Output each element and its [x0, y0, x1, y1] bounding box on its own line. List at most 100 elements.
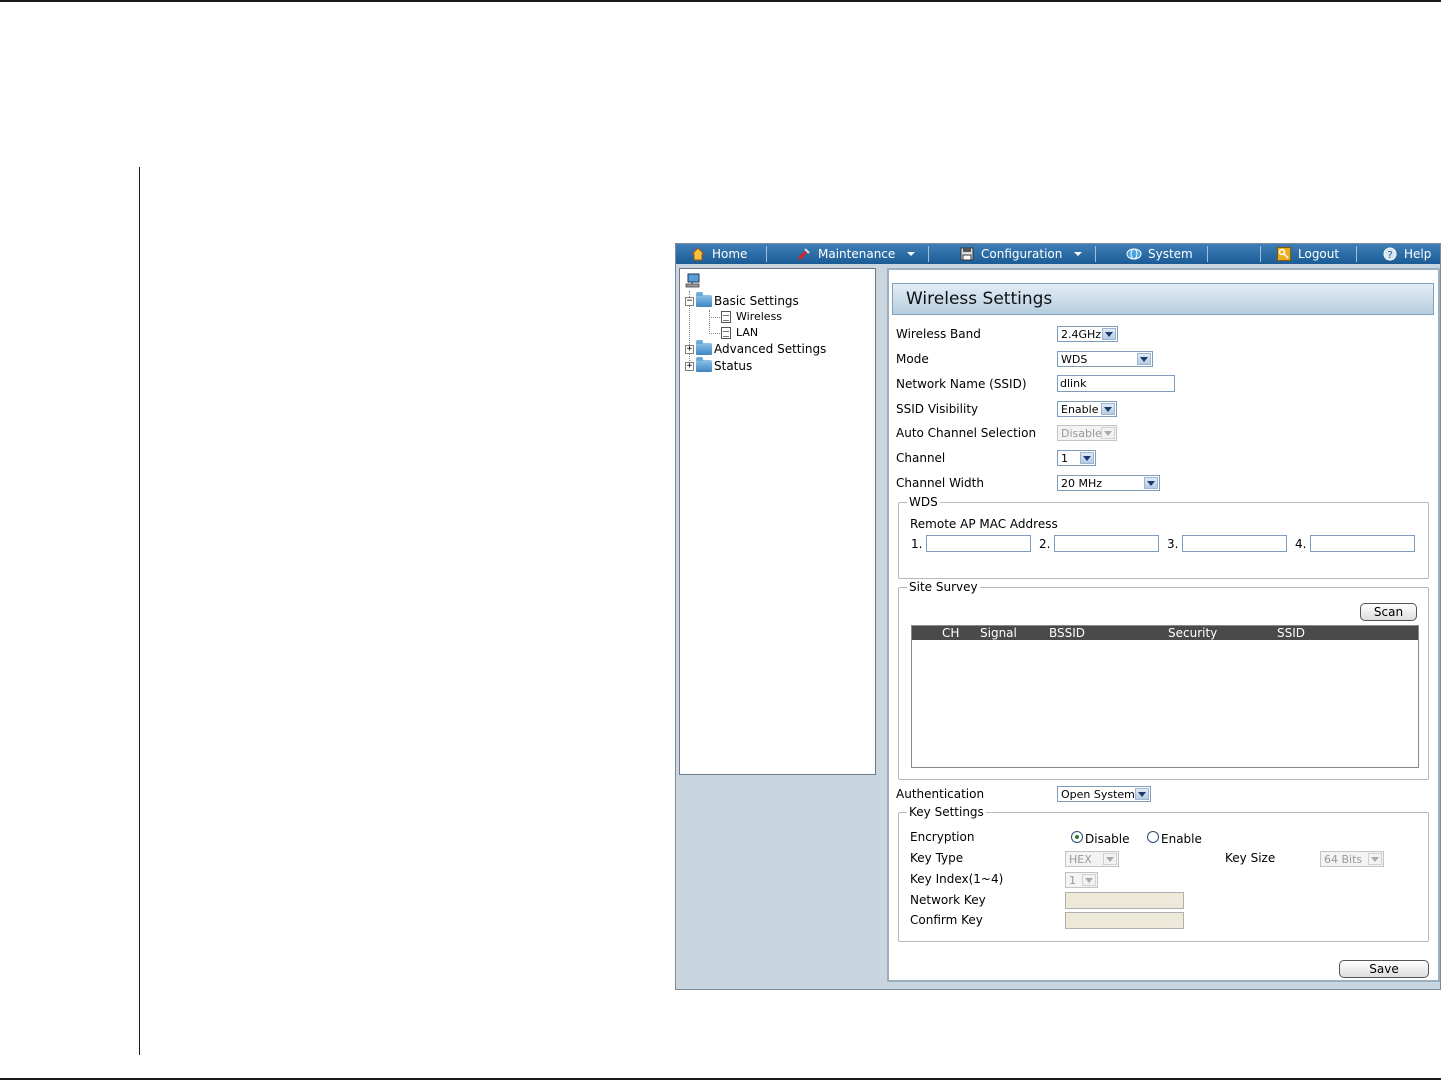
document-icon	[721, 310, 731, 323]
mac-slot-number: 1.	[911, 537, 923, 551]
key-settings-group: Key Settings Encryption Disable Enable K…	[898, 805, 1429, 942]
tree-item-advanced-settings[interactable]: + Advanced Settings	[685, 340, 827, 356]
menu-separator	[1356, 246, 1357, 262]
channel-width-select[interactable]: 20 MHz	[1057, 475, 1160, 491]
wireless-settings-panel: Wireless Settings Wireless Band 2.4GHz M…	[887, 268, 1440, 982]
menu-logout-label: Logout	[1298, 247, 1340, 261]
encryption-label: Encryption	[910, 830, 975, 844]
mac-address-input-4[interactable]	[1310, 535, 1415, 552]
chevron-down-icon	[1137, 353, 1151, 365]
channel-value: 1	[1061, 451, 1068, 465]
channel-label: Channel	[896, 451, 946, 465]
site-survey-table-header: CH Signal BSSID Security SSID	[912, 626, 1418, 640]
menu-separator	[928, 246, 929, 262]
column-header-signal[interactable]: Signal	[980, 626, 1017, 640]
encryption-enable-label[interactable]: Enable	[1161, 832, 1202, 846]
chevron-down-icon	[1080, 452, 1094, 464]
confirm-key-input	[1065, 912, 1184, 929]
tree-item-label: Basic Settings	[714, 294, 799, 308]
tools-icon	[796, 246, 812, 262]
authentication-select[interactable]: Open System	[1057, 786, 1151, 802]
menu-help[interactable]: ? Help	[1374, 244, 1439, 264]
expand-icon[interactable]: +	[685, 361, 694, 371]
column-header-bssid[interactable]: BSSID	[1049, 626, 1085, 640]
tree-connector	[709, 317, 720, 318]
mode-label: Mode	[896, 352, 929, 366]
encryption-disable-radio[interactable]	[1071, 831, 1083, 843]
mac-address-input-2[interactable]	[1054, 535, 1159, 552]
chevron-down-icon	[1135, 788, 1149, 800]
key-type-value: HEX	[1069, 852, 1092, 866]
save-button[interactable]: Save	[1339, 960, 1429, 978]
key-settings-legend: Key Settings	[907, 805, 986, 819]
document-icon	[721, 326, 731, 339]
floppy-disk-icon	[959, 246, 975, 262]
channel-select[interactable]: 1	[1057, 450, 1096, 466]
mac-address-input-3[interactable]	[1182, 535, 1287, 552]
ssid-visibility-label: SSID Visibility	[896, 402, 979, 416]
menu-configuration[interactable]: Configuration	[951, 244, 1090, 264]
authentication-label: Authentication	[896, 787, 985, 801]
encryption-enable-radio[interactable]	[1147, 831, 1159, 843]
auto-channel-value: Disable	[1061, 426, 1102, 440]
key-type-select: HEX	[1065, 851, 1119, 867]
menu-maintenance-label: Maintenance	[818, 247, 896, 261]
page-title: Wireless Settings	[892, 283, 1434, 315]
key-size-label: Key Size	[1225, 851, 1276, 865]
chevron-down-icon	[1082, 874, 1096, 886]
column-header-security[interactable]: Security	[1168, 626, 1217, 640]
menu-logout[interactable]: Logout	[1268, 244, 1347, 264]
page-margin-line	[139, 167, 140, 1055]
key-index-label: Key Index(1~4)	[910, 872, 1004, 886]
chevron-down-icon	[1103, 853, 1117, 865]
menu-separator	[1207, 246, 1208, 262]
menu-maintenance[interactable]: Maintenance	[788, 244, 923, 264]
expand-icon[interactable]: +	[685, 344, 694, 354]
tree-connector	[709, 310, 710, 334]
menu-help-label: Help	[1404, 247, 1432, 261]
key-index-select: 1	[1065, 872, 1098, 888]
key-icon	[1276, 246, 1292, 262]
navigation-tree: − Basic Settings Wireless LAN + Advanced…	[679, 268, 876, 775]
tree-item-status[interactable]: + Status	[685, 357, 752, 373]
menu-system[interactable]: System	[1118, 244, 1201, 264]
folder-icon	[696, 292, 712, 307]
menu-system-label: System	[1148, 247, 1193, 261]
menu-home[interactable]: Home	[682, 244, 755, 264]
page-bottom-rule	[0, 1078, 1441, 1080]
mode-select[interactable]: WDS	[1057, 351, 1153, 367]
ssid-visibility-value: Enable	[1061, 402, 1099, 416]
tree-item-label: Advanced Settings	[714, 342, 827, 356]
tree-item-label: Wireless	[736, 310, 783, 323]
collapse-icon[interactable]: −	[685, 296, 694, 306]
ssid-input[interactable]: dlink	[1057, 375, 1175, 392]
key-index-value: 1	[1069, 873, 1076, 887]
mac-address-input-1[interactable]	[926, 535, 1031, 552]
menu-separator	[1260, 246, 1261, 262]
chevron-down-icon	[1102, 328, 1116, 340]
svg-text:?: ?	[1387, 250, 1392, 261]
chevron-down-icon	[1074, 252, 1083, 256]
chevron-down-icon	[1368, 853, 1382, 865]
scan-button[interactable]: Scan	[1360, 603, 1417, 621]
auto-channel-select: Disable	[1057, 425, 1117, 441]
encryption-disable-label[interactable]: Disable	[1085, 832, 1130, 846]
ssid-label: Network Name (SSID)	[896, 377, 1027, 391]
ssid-visibility-select[interactable]: Enable	[1057, 401, 1117, 417]
column-header-ch[interactable]: CH	[942, 626, 959, 640]
remote-ap-mac-label: Remote AP MAC Address	[910, 517, 1058, 531]
tree-item-wireless[interactable]: Wireless	[721, 310, 782, 323]
mac-slot-number: 2.	[1039, 537, 1051, 551]
wireless-band-select[interactable]: 2.4GHz	[1057, 326, 1118, 342]
menu-bar: Home Maintenance Configuration System Lo…	[676, 244, 1440, 264]
tree-item-basic-settings[interactable]: − Basic Settings	[685, 292, 799, 308]
chevron-down-icon	[907, 252, 916, 256]
tree-item-lan[interactable]: LAN	[721, 326, 758, 339]
channel-width-value: 20 MHz	[1061, 476, 1103, 490]
network-key-label: Network Key	[910, 893, 986, 907]
menu-separator	[1095, 246, 1096, 262]
column-header-ssid[interactable]: SSID	[1277, 626, 1305, 640]
menu-separator	[766, 246, 767, 262]
folder-icon	[696, 340, 712, 355]
chevron-down-icon	[1144, 477, 1158, 489]
